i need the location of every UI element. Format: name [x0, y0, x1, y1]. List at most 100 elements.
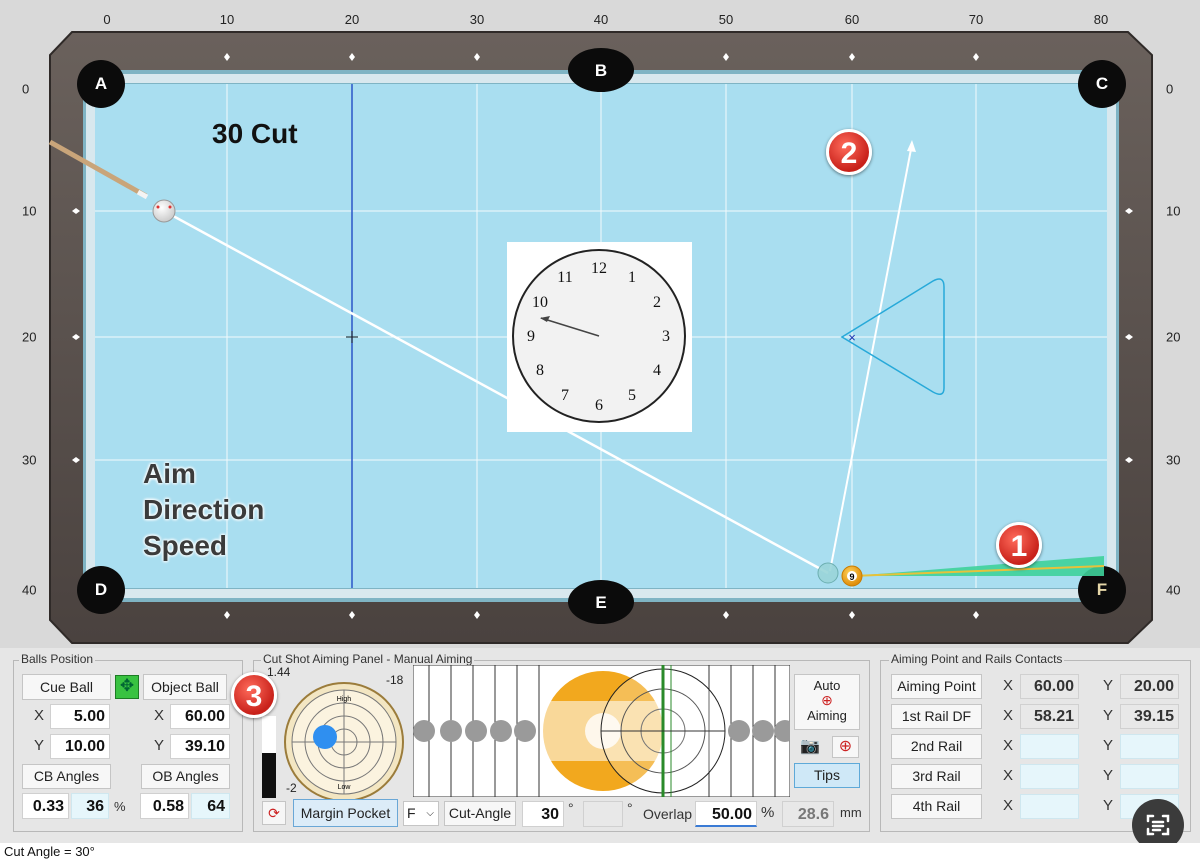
cb-angle-percent-field[interactable]: 36	[71, 793, 109, 819]
degree-label-2: °	[627, 800, 633, 816]
camera-icon[interactable]: 📷	[798, 737, 822, 757]
row-y-label: Y	[1103, 707, 1114, 724]
pocket-label-d: D	[94, 580, 108, 599]
step-badge-2: 2	[826, 129, 872, 175]
clock-number: 4	[653, 362, 661, 379]
overlap-aiming-view[interactable]	[413, 665, 790, 797]
aim-text: Aim	[143, 458, 196, 489]
cue-y-label: Y	[34, 737, 45, 754]
second-angle-field[interactable]	[583, 801, 623, 827]
mm-label: mm	[840, 805, 862, 820]
clock-number: 8	[536, 362, 544, 379]
row-x-field[interactable]	[1020, 794, 1079, 819]
pocket-label-a: A	[94, 74, 108, 93]
row-x-label: X	[1003, 707, 1014, 724]
cue-y-field[interactable]: 10.00	[50, 734, 110, 759]
cue-ball-button[interactable]: Cue Ball	[22, 674, 111, 700]
aim-tips-text: Aim Direction Speed	[143, 456, 264, 564]
cue-x-label: X	[34, 707, 45, 724]
clock-number: 2	[653, 294, 661, 311]
rail-row-button[interactable]: 2nd Rail	[891, 734, 982, 759]
rail-row-button[interactable]: 1st Rail DF	[891, 704, 982, 729]
cut-angle-button[interactable]: Cut-Angle	[444, 801, 516, 826]
row-y-label: Y	[1103, 797, 1114, 814]
row-y-field[interactable]: 20.00	[1120, 674, 1179, 699]
spin-top-left-value: 1.44	[267, 665, 291, 679]
row-x-label: X	[1003, 737, 1014, 754]
aiming-point-panel-title: Aiming Point and Rails Contacts	[889, 652, 1065, 666]
tips-button[interactable]: Tips	[794, 763, 860, 788]
pocket-select[interactable]: F ⌵	[403, 801, 439, 826]
row-x-label: X	[1003, 797, 1014, 814]
cue-x-field[interactable]: 5.00	[50, 704, 110, 729]
auto-aiming-label2: Aiming	[807, 708, 847, 723]
clock-number: 11	[557, 269, 572, 286]
row-y-field[interactable]: 39.15	[1120, 704, 1179, 729]
direction-text: Direction	[143, 494, 265, 525]
clock-number: 1	[628, 269, 636, 286]
overlap-field[interactable]: 50.00	[695, 801, 757, 827]
cb-angle-ratio-field[interactable]: 0.33	[22, 793, 69, 819]
row-x-label: X	[1003, 767, 1014, 784]
spin-high-label: High	[337, 696, 352, 703]
refresh-icon[interactable]: ⟳	[262, 801, 286, 825]
auto-aiming-button[interactable]: Auto ⊕ Aiming	[794, 674, 860, 730]
row-x-field[interactable]	[1020, 734, 1079, 759]
clock-number: 5	[628, 387, 636, 404]
degree-label: °	[568, 800, 574, 816]
status-bar: Cut Angle = 30°	[0, 843, 1200, 863]
margin-pocket-button[interactable]: Margin Pocket	[293, 799, 398, 827]
balls-position-title: Balls Position	[19, 652, 96, 666]
clock-number: 7	[561, 387, 569, 404]
ob-angle-percent-field[interactable]: 64	[191, 793, 230, 819]
cut-shot-panel-title: Cut Shot Aiming Panel - Manual Aiming	[261, 652, 475, 666]
ghost-ball	[817, 562, 839, 584]
clock-number: 12	[591, 260, 607, 277]
obj-x-field[interactable]: 60.00	[170, 704, 230, 729]
row-y-field[interactable]	[1120, 734, 1179, 759]
mm-field[interactable]: 28.6	[782, 801, 834, 827]
cue-ball	[152, 199, 176, 223]
row-x-label: X	[1003, 677, 1014, 694]
pocket-label-f: F	[1096, 580, 1108, 599]
cb-percent-label: %	[114, 799, 126, 814]
speed-text: Speed	[143, 530, 228, 561]
pocket-label-e: E	[595, 593, 607, 612]
rail-row-button[interactable]: Aiming Point	[891, 674, 982, 699]
step-badge-3: 3	[231, 672, 277, 718]
aiming-point-marker: ×	[848, 330, 856, 345]
row-x-field[interactable]	[1020, 764, 1079, 789]
cut-angle-field[interactable]: 30	[522, 801, 564, 827]
row-y-field[interactable]	[1120, 764, 1179, 789]
speed-bar[interactable]	[262, 716, 276, 798]
clock-number: 10	[532, 294, 548, 311]
ob-angles-button[interactable]: OB Angles	[141, 764, 230, 789]
overlap-label: Overlap	[643, 806, 693, 822]
move-balls-icon[interactable]: ✥	[115, 675, 139, 699]
row-x-field[interactable]: 58.21	[1020, 704, 1079, 729]
cb-angles-button[interactable]: CB Angles	[22, 764, 111, 789]
obj-y-field[interactable]: 39.10	[170, 734, 230, 759]
pocket-label-b: B	[594, 61, 608, 80]
clock-number: 6	[595, 397, 603, 414]
row-y-label: Y	[1103, 767, 1114, 784]
spin-low-label: Low	[338, 784, 352, 791]
obj-y-label: Y	[154, 737, 165, 754]
row-x-field[interactable]: 60.00	[1020, 674, 1079, 699]
object-ball-button[interactable]: Object Ball	[143, 674, 227, 700]
crosshair-icon: ⊕	[821, 692, 833, 708]
rail-row-button[interactable]: 3rd Rail	[891, 764, 982, 789]
step-badge-1: 1	[996, 522, 1042, 568]
chevron-down-icon: ⌵	[426, 808, 434, 819]
cue-tip-spin-chart[interactable]: High Low	[283, 681, 405, 803]
target-icon[interactable]: ⊕	[832, 736, 859, 758]
pocket-select-value: F	[407, 805, 416, 821]
overlap-percent-label: %	[761, 804, 775, 821]
rail-row-button[interactable]: 4th Rail	[891, 794, 982, 819]
auto-aiming-label: Auto	[813, 678, 841, 693]
object-ball-number: 9	[849, 572, 854, 582]
clock-number: 9	[527, 328, 535, 345]
pocket-label-c: C	[1095, 74, 1109, 93]
ob-angle-ratio-field[interactable]: 0.58	[140, 793, 189, 819]
obj-x-label: X	[154, 707, 165, 724]
